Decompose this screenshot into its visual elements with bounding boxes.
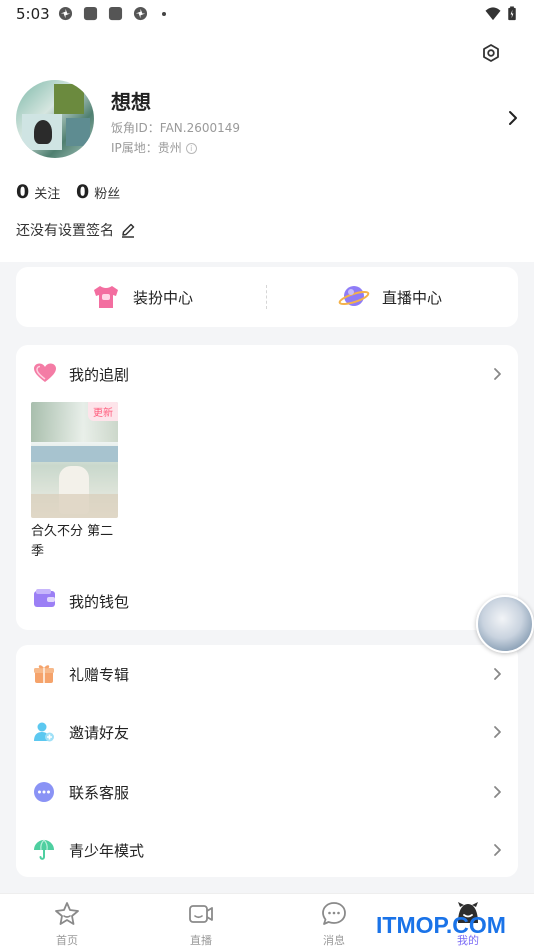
t-shirt-icon — [94, 286, 118, 308]
home-icon — [55, 902, 79, 925]
centers-card: 装扮中心 直播中心 — [16, 267, 518, 327]
customer-service-chevron-right-icon — [494, 786, 501, 798]
chat-dots-icon — [34, 782, 54, 802]
status-time: 5:03 — [16, 5, 50, 23]
notification-pinwheel-icon — [58, 6, 73, 21]
fans-stat[interactable]: 0 粉丝 — [76, 181, 120, 203]
following-stat[interactable]: 0 关注 — [16, 181, 60, 203]
drama-title[interactable]: 合久不分 第二季 — [31, 522, 121, 562]
gift-album-chevron-right-icon — [494, 668, 501, 680]
signature-text: 还没有设置签名 — [16, 223, 114, 239]
customer-service-label: 联系客服 — [69, 783, 130, 802]
my-drama-card: 我的追剧 更新 合久不分 第二季 我的钱包 — [16, 345, 518, 630]
gift-album-row[interactable]: 礼赠专辑 — [16, 645, 518, 703]
tab-live[interactable]: 直播 — [156, 894, 246, 950]
youth-mode-row[interactable]: 青少年模式 — [16, 821, 518, 879]
customer-service-row[interactable]: 联系客服 — [16, 763, 518, 821]
fans-count: 0 — [76, 181, 90, 203]
watermark: ITMOP.COM — [376, 912, 506, 938]
live-center-label: 直播中心 — [382, 288, 443, 307]
invite-friends-chevron-right-icon — [494, 726, 501, 738]
tab-home[interactable]: 首页 — [22, 894, 112, 950]
youth-mode-chevron-right-icon — [494, 844, 501, 856]
wifi-icon — [485, 7, 501, 21]
services-card: 礼赠专辑 邀请好友 联系客服 青少年模式 — [16, 645, 518, 877]
invite-friends-label: 邀请好友 — [69, 723, 130, 742]
gift-icon — [34, 665, 54, 683]
dress-up-center-label: 装扮中心 — [133, 288, 194, 307]
video-icon — [189, 905, 213, 923]
following-count: 0 — [16, 181, 30, 203]
wallet-label[interactable]: 我的钱包 — [69, 591, 129, 612]
my-drama-title[interactable]: 我的追剧 — [69, 364, 129, 385]
ip-location: IP属地：贵州 i — [111, 139, 197, 156]
info-icon[interactable]: i — [185, 143, 197, 154]
youth-mode-label: 青少年模式 — [69, 841, 145, 860]
update-badge: 更新 — [88, 402, 118, 421]
invite-friends-row[interactable]: 邀请好友 — [16, 703, 518, 761]
tab-messages-label: 消息 — [323, 934, 345, 947]
centers-divider — [266, 285, 267, 309]
tab-messages[interactable]: 消息 — [289, 894, 379, 950]
gift-album-label: 礼赠专辑 — [69, 665, 130, 684]
tab-live-label: 直播 — [190, 934, 212, 947]
floating-promo-ball[interactable] — [476, 595, 534, 653]
wallet-icon — [34, 589, 55, 607]
live-center-button[interactable]: 直播中心 — [338, 267, 442, 327]
edit-pencil-icon — [122, 223, 135, 238]
drama-cover[interactable]: 更新 — [31, 402, 118, 518]
avatar[interactable] — [16, 80, 94, 158]
nickname: 想想 — [111, 90, 151, 114]
message-icon — [322, 902, 346, 925]
profile-header: 5:03 想想 饭角ID：FAN.2600149 IP属地：贵州 i 0 关注 0… — [0, 0, 534, 262]
signature-edit[interactable]: 还没有设置签名 — [16, 220, 136, 240]
notification-square-icon — [83, 6, 98, 21]
invite-user-icon — [34, 722, 54, 742]
following-label: 关注 — [34, 187, 61, 202]
notification-square-icon-2 — [108, 6, 123, 21]
heart-icon — [34, 363, 56, 382]
fan-id: 饭角ID：FAN.2600149 — [111, 121, 241, 135]
ip-location-text: IP属地：贵州 — [111, 141, 182, 155]
planet-icon — [338, 286, 370, 306]
settings-button[interactable] — [476, 38, 506, 68]
my-drama-chevron-right-icon[interactable] — [492, 367, 502, 381]
battery-icon — [508, 6, 516, 21]
settings-hexagon-icon — [483, 44, 499, 62]
dress-up-center-button[interactable]: 装扮中心 — [89, 267, 193, 327]
more-notifications-dot — [162, 12, 166, 16]
umbrella-icon — [34, 839, 54, 860]
tab-home-label: 首页 — [56, 934, 78, 947]
profile-chevron-right-icon[interactable] — [506, 110, 520, 126]
fans-label: 粉丝 — [94, 187, 121, 202]
notification-pinwheel-icon-2 — [133, 6, 148, 21]
status-bar: 5:03 — [0, 0, 534, 28]
